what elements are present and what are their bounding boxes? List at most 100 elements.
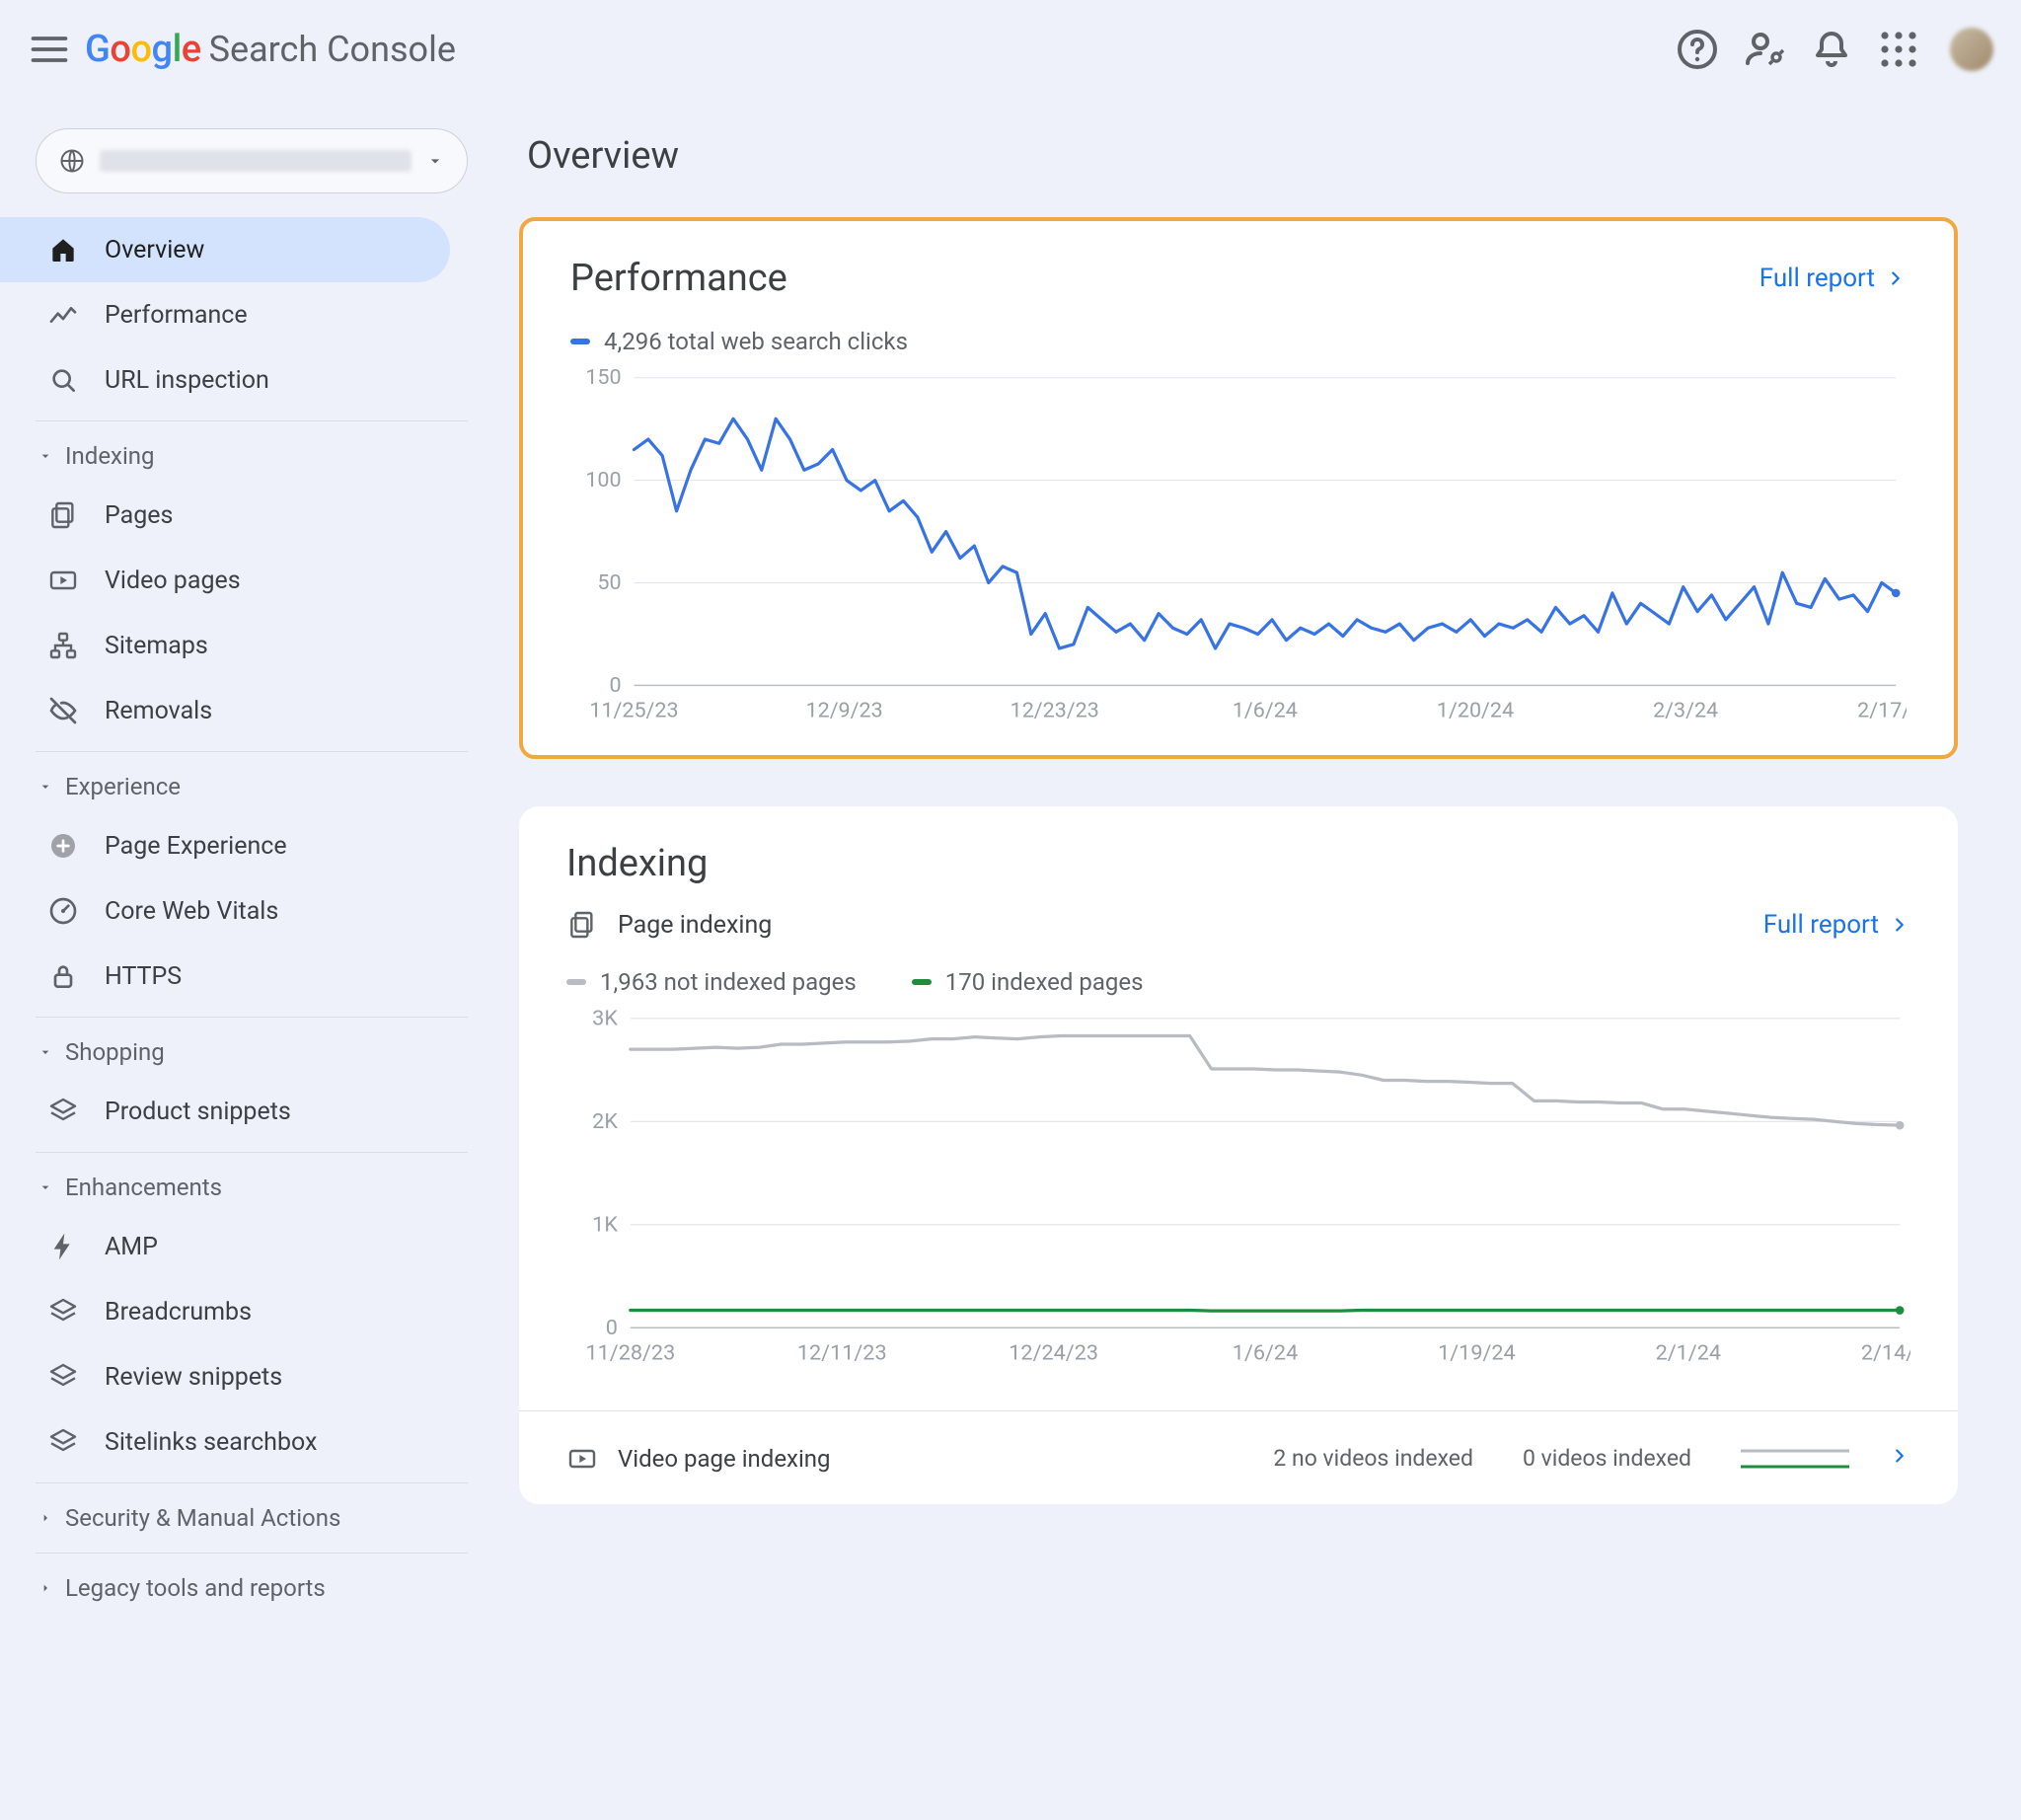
chevron-right-icon [1885, 267, 1907, 289]
svg-text:0: 0 [610, 673, 622, 698]
sidebar-item-label: Review snippets [105, 1363, 282, 1392]
pages-icon [566, 909, 598, 941]
sidebar-group-enhancements[interactable]: Enhancements [0, 1161, 503, 1214]
help-icon [1674, 26, 1721, 73]
bell-icon [1808, 26, 1855, 73]
sidebar-group-experience[interactable]: Experience [0, 760, 503, 813]
sidebar-item-sitelinks-searchbox[interactable]: Sitelinks searchbox [0, 1409, 503, 1475]
sidebar-item-breadcrumbs[interactable]: Breadcrumbs [0, 1279, 503, 1344]
apps-icon [1875, 26, 1922, 73]
sidebar-item-sitemaps[interactable]: Sitemaps [0, 613, 503, 678]
plus-circle-icon [47, 830, 79, 862]
hamburger-button[interactable] [28, 28, 71, 71]
caret-down-icon [37, 1044, 53, 1060]
sidebar-item-label: Core Web Vitals [105, 897, 278, 926]
layers-icon [47, 1361, 79, 1393]
legend-text: 4,296 total web search clicks [604, 328, 908, 355]
app-header: Google Search Console [0, 0, 2021, 99]
legend-swatch [566, 979, 586, 985]
home-icon [47, 234, 79, 265]
sidebar-item-label: Breadcrumbs [105, 1298, 252, 1327]
sidebar-item-product-snippets[interactable]: Product snippets [0, 1079, 503, 1144]
users-icon [1741, 26, 1788, 73]
trend-icon [47, 299, 79, 331]
product-name: Search Console [209, 29, 456, 70]
chevron-right-icon [1889, 1445, 1910, 1473]
video-metric-noindexed: 2 no videos indexed [1273, 1445, 1473, 1472]
video-page-indexing-row[interactable]: Video page indexing 2 no videos indexed … [566, 1441, 1910, 1477]
sidebar-item-core-web-vitals[interactable]: Core Web Vitals [0, 878, 503, 944]
sidebar-group-label: Experience [65, 773, 181, 800]
sidebar-item-removals[interactable]: Removals [0, 678, 503, 743]
caret-right-icon [37, 1580, 53, 1596]
sidebar-item-overview[interactable]: Overview [0, 217, 450, 282]
video-row-label: Video page indexing [618, 1445, 831, 1473]
help-button[interactable] [1674, 26, 1721, 73]
caret-down-icon [425, 151, 445, 171]
layers-icon [47, 1096, 79, 1127]
page-indexing-label: Page indexing [618, 911, 772, 940]
performance-full-report-link[interactable]: Full report [1759, 264, 1907, 293]
product-logo[interactable]: Google Search Console [85, 28, 456, 71]
search-icon [47, 364, 79, 396]
sidebar-item-amp[interactable]: AMP [0, 1214, 503, 1279]
indexing-chart: 01K2K3K11/28/2312/11/2312/24/231/6/241/1… [566, 1008, 1910, 1371]
sidebar-item-pages[interactable]: Pages [0, 483, 503, 548]
sidebar-item-performance[interactable]: Performance [0, 282, 503, 347]
apps-button[interactable] [1875, 26, 1922, 73]
sidebar-group-security-manual-actions[interactable]: Security & Manual Actions [0, 1491, 503, 1545]
svg-text:2/14/24: 2/14/24 [1861, 1341, 1910, 1366]
video-icon [47, 565, 79, 596]
sidebar-group-shopping[interactable]: Shopping [0, 1025, 503, 1079]
sidebar-item-page-experience[interactable]: Page Experience [0, 813, 503, 878]
svg-text:1/6/24: 1/6/24 [1233, 1341, 1298, 1366]
page-title: Overview [527, 134, 1958, 178]
sidebar-item-https[interactable]: HTTPS [0, 944, 503, 1009]
full-report-label: Full report [1763, 910, 1879, 940]
svg-text:2/17/24: 2/17/24 [1857, 699, 1907, 723]
property-name-redacted [100, 150, 412, 172]
sidebar-item-review-snippets[interactable]: Review snippets [0, 1344, 503, 1409]
sidebar-group-indexing[interactable]: Indexing [0, 429, 503, 483]
sidebar-item-label: HTTPS [105, 962, 182, 991]
sitemap-icon [47, 630, 79, 661]
pages-icon [47, 499, 79, 531]
eye-off-icon [47, 695, 79, 726]
sidebar-item-url-inspection[interactable]: URL inspection [0, 347, 503, 413]
indexing-legend: 170 indexed pages [912, 968, 1144, 996]
svg-text:50: 50 [597, 570, 621, 595]
sidebar-group-label: Enhancements [65, 1174, 222, 1201]
google-wordmark: Google [85, 28, 201, 71]
sidebar-item-video-pages[interactable]: Video pages [0, 548, 503, 613]
svg-text:11/28/23: 11/28/23 [586, 1341, 676, 1366]
sidebar-item-label: Overview [105, 236, 204, 265]
main-content: Overview Performance Full report 4,296 t… [503, 99, 2021, 1654]
caret-down-icon [37, 448, 53, 464]
video-icon [566, 1443, 598, 1475]
property-selector[interactable] [36, 128, 468, 193]
notifications-button[interactable] [1808, 26, 1855, 73]
sidebar-item-label: URL inspection [105, 366, 269, 395]
caret-down-icon [37, 1179, 53, 1195]
svg-text:1/20/24: 1/20/24 [1437, 699, 1514, 723]
gauge-icon [47, 895, 79, 927]
svg-text:2/3/24: 2/3/24 [1653, 699, 1718, 723]
users-settings-button[interactable] [1741, 26, 1788, 73]
svg-text:3K: 3K [592, 1008, 618, 1030]
sidebar-item-label: Video pages [105, 567, 241, 595]
legend-swatch [912, 979, 932, 985]
legend-text: 170 indexed pages [945, 968, 1144, 996]
account-avatar[interactable] [1950, 28, 1993, 71]
performance-title: Performance [570, 257, 787, 300]
sidebar-item-label: Page Experience [105, 832, 287, 861]
indexing-full-report-link[interactable]: Full report [1763, 910, 1910, 940]
caret-down-icon [37, 779, 53, 795]
lock-icon [47, 960, 79, 992]
indexing-legend: 1,963 not indexed pages [566, 968, 857, 996]
full-report-label: Full report [1759, 264, 1875, 293]
globe-icon [58, 147, 86, 175]
performance-legend: 4,296 total web search clicks [570, 328, 908, 355]
layers-icon [47, 1426, 79, 1458]
sidebar-group-legacy-tools-and-reports[interactable]: Legacy tools and reports [0, 1561, 503, 1615]
svg-text:1/6/24: 1/6/24 [1233, 699, 1298, 723]
